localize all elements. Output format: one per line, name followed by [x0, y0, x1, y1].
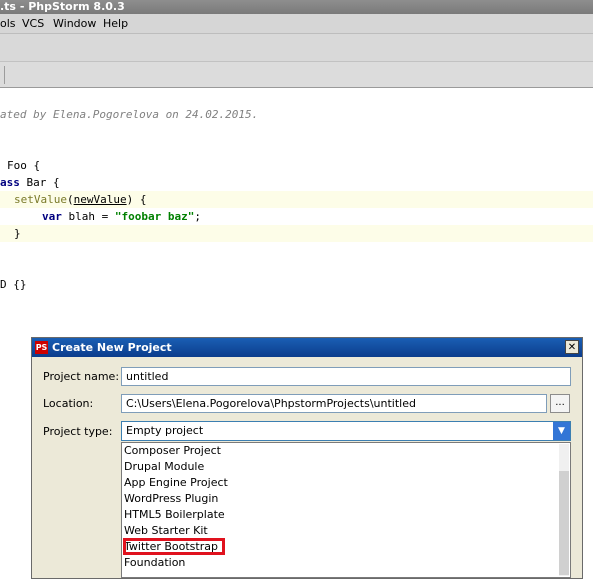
code-foo-text: Foo {: [7, 159, 41, 172]
option-html5-boilerplate[interactable]: HTML5 Boilerplate: [124, 507, 225, 523]
code-line-foo: Foo {: [7, 157, 40, 174]
menu-help[interactable]: Help: [103, 17, 128, 30]
option-twitter-bootstrap[interactable]: Twitter Bootstrap: [123, 538, 225, 555]
browse-button[interactable]: ...: [550, 394, 570, 413]
option-foundation[interactable]: Foundation: [124, 555, 185, 571]
menu-bar: ols VCS Window Help: [0, 14, 593, 34]
project-type-select[interactable]: Empty project ▼: [121, 421, 571, 441]
code-line-d: D {}: [0, 278, 27, 291]
option-wordpress-plugin[interactable]: WordPress Plugin: [124, 491, 218, 507]
location-label: Location:: [43, 397, 94, 410]
project-type-label: Project type:: [43, 425, 113, 438]
code-bar-text: Bar {: [19, 176, 60, 189]
close-icon[interactable]: ✕: [565, 340, 579, 354]
menu-window[interactable]: Window: [53, 17, 96, 30]
menu-tools[interactable]: ols: [0, 17, 16, 30]
code-line-method: setValue(newValue) {: [14, 193, 147, 206]
option-drupal-module[interactable]: Drupal Module: [124, 459, 204, 475]
create-new-project-dialog: PS Create New Project ✕ Project name: un…: [31, 337, 583, 579]
project-type-value: Empty project: [126, 424, 204, 437]
code-keyword: ass: [0, 176, 20, 189]
menu-vcs[interactable]: VCS: [22, 17, 44, 30]
option-app-engine-project[interactable]: App Engine Project: [124, 475, 228, 491]
window-title: .ts - PhpStorm 8.0.3: [0, 0, 125, 13]
project-name-label: Project name:: [43, 370, 120, 383]
code-line-close: }: [14, 227, 21, 240]
location-input[interactable]: C:\Users\Elena.Pogorelova\PhpstormProjec…: [121, 394, 547, 413]
phpstorm-icon: PS: [35, 341, 48, 354]
dialog-title-bar: PS Create New Project ✕: [32, 338, 582, 357]
code-var-name: blah =: [61, 210, 115, 223]
code-line-var: var blah = "foobar baz";: [42, 210, 201, 223]
toolbar: [0, 34, 593, 62]
window-title-bar: .ts - PhpStorm 8.0.3: [0, 0, 593, 14]
code-comment: ated by Elena.Pogorelova on 24.02.2015.: [0, 108, 259, 121]
project-name-input[interactable]: untitled: [121, 367, 571, 386]
project-type-dropdown: Composer Project Drupal Module App Engin…: [121, 442, 571, 578]
option-composer-project[interactable]: Composer Project: [124, 443, 221, 459]
code-line-bar: ass Bar {: [0, 174, 60, 191]
chevron-down-icon[interactable]: ▼: [553, 422, 570, 440]
dropdown-scrollbar-thumb[interactable]: [559, 471, 569, 575]
code-var-keyword: var: [42, 210, 62, 223]
dialog-title: Create New Project: [52, 341, 172, 354]
code-param: newValue: [73, 193, 127, 206]
code-string: "foobar baz": [114, 210, 195, 223]
option-web-starter-kit[interactable]: Web Starter Kit: [124, 523, 208, 539]
tab-edge: [0, 66, 5, 84]
current-block-highlight-2: [0, 225, 593, 242]
highlight-box: [123, 538, 225, 555]
code-method-name: setValue: [14, 193, 67, 206]
editor-tab-bar: [0, 62, 593, 88]
